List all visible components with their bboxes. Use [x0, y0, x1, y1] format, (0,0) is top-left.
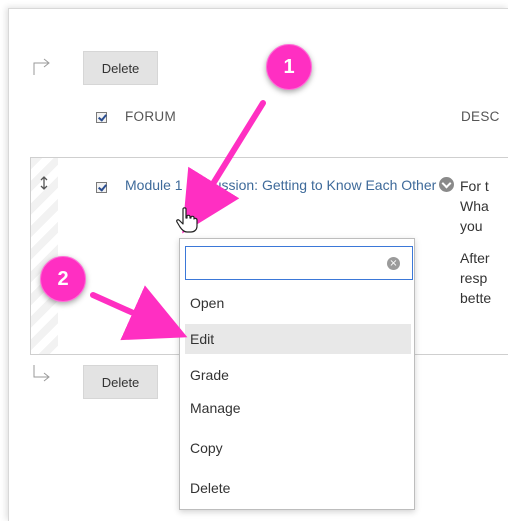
- context-menu: × Open Edit Grade Manage Copy Delete: [179, 238, 415, 510]
- move-handle-icon[interactable]: [40, 176, 48, 190]
- menu-item-edit[interactable]: Edit: [185, 324, 411, 354]
- chevron-down-circle-icon[interactable]: [439, 177, 455, 192]
- select-all-checkbox[interactable]: [96, 112, 107, 123]
- delete-button-bottom[interactable]: Delete: [83, 365, 158, 399]
- menu-item-copy[interactable]: Copy: [185, 433, 411, 463]
- description-line: resp: [460, 270, 488, 286]
- menu-item-manage[interactable]: Manage: [185, 393, 411, 423]
- menu-search-input[interactable]: ×: [185, 246, 413, 280]
- delete-button-top[interactable]: Delete: [83, 51, 158, 85]
- clear-icon[interactable]: ×: [387, 257, 400, 270]
- description-line: After: [460, 250, 490, 266]
- forum-title-link[interactable]: Module 1 Discussion: Getting to Know Eac…: [125, 175, 455, 196]
- menu-item-delete[interactable]: Delete: [185, 473, 411, 503]
- menu-item-open[interactable]: Open: [185, 288, 411, 318]
- column-header-forum[interactable]: FORUM: [125, 109, 176, 124]
- annotation-badge-1: 1: [266, 44, 312, 90]
- connector-arrow-icon: [33, 365, 50, 382]
- row-checkbox[interactable]: [96, 182, 107, 193]
- description-line: you: [460, 218, 483, 234]
- description-line: For t: [460, 178, 489, 194]
- content-frame: Delete FORUM DESC Module 1 Discussion: G…: [8, 8, 508, 521]
- annotation-badge-2: 2: [40, 256, 86, 302]
- connector-arrow-icon: [33, 58, 50, 75]
- forum-title-text[interactable]: Module 1 Discussion: Getting to Know Eac…: [125, 177, 436, 193]
- column-header-description[interactable]: DESC: [461, 109, 500, 124]
- description-line: bette: [460, 290, 492, 306]
- description-line: Wha: [460, 198, 489, 214]
- hand-cursor-icon: [176, 207, 198, 233]
- menu-item-grade[interactable]: Grade: [185, 360, 411, 390]
- description-text: For t Wha you After resp bette: [460, 176, 491, 308]
